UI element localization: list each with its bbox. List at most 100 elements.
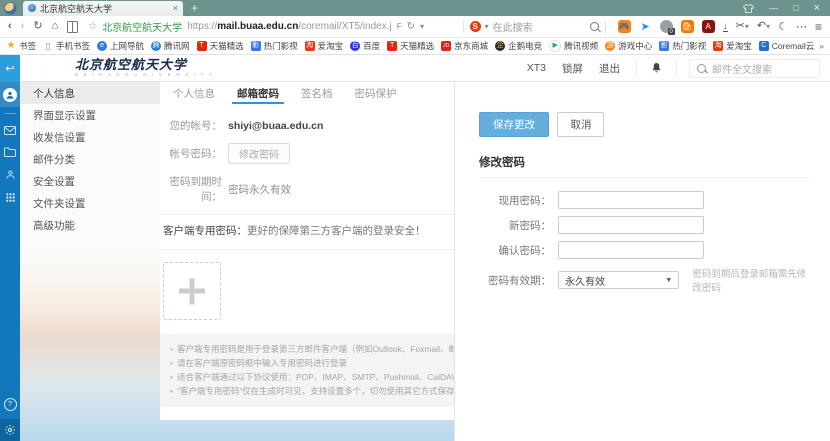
flag-icon[interactable]: F [397, 22, 402, 31]
bookmark-item[interactable]: 影热门影视 [659, 40, 706, 52]
main-menu-icon[interactable]: ≡ [815, 21, 822, 33]
university-logo: 北京航空航天大学 B E I H A N G U N I V E R S I T… [75, 59, 214, 78]
screenshot-scissors-icon[interactable]: ✂▾ [736, 20, 749, 33]
mail-search-icon [697, 63, 706, 73]
bookmark-star-icon[interactable]: ☆ [88, 21, 97, 32]
more-tools-icon[interactable]: ⋯ [796, 21, 807, 33]
bookmark-item[interactable]: JD 京东商城 [441, 40, 488, 52]
theme-skin-icon[interactable] [743, 3, 755, 13]
add-client-password-button[interactable] [163, 262, 221, 320]
settings-tabs: 个人信息 邮箱密码 签名档 密码保护 [160, 82, 454, 104]
forward-icon[interactable]: › [21, 21, 25, 32]
contacts-icon[interactable] [5, 169, 16, 180]
bookmarks-bar: ★ 书签 ▯ 手机书签 e 上网导航 腾腾讯网 T 天猫精选 影热门影视 淘爱淘宝 百百… [0, 38, 830, 55]
address-bar[interactable]: ☆ 北京航空航天大学 https://mail.buaa.edu.cn/core… [88, 19, 456, 34]
bookmark-icon: T [387, 41, 398, 51]
back-icon[interactable]: ‹ [8, 21, 12, 32]
sidebar-item-advanced[interactable]: 高级功能 [20, 214, 160, 236]
bookmark-icon: 企 [495, 41, 506, 51]
header-link-xt3[interactable]: XT3 [527, 62, 546, 74]
tab-mailbox-password[interactable]: 邮箱密码 [232, 82, 284, 104]
sidebar-item-security[interactable]: 安全设置 [20, 170, 160, 192]
bookmark-item[interactable]: 腾腾讯网 [151, 40, 190, 52]
bookmark-item[interactable]: 淘爱淘宝 [304, 40, 343, 52]
pdf-extension-icon[interactable]: A [701, 20, 715, 33]
client-password-notes: 客户端专用密码是用于登录第三方邮件客户端（例如Outlook、Foxmail、邮… [160, 334, 454, 407]
current-password-row: 现用密码： [479, 191, 810, 209]
validity-row: 密码有效期： 永久有效 ▼ 密码到期后登录邮箱需先修改密码 [479, 266, 810, 294]
save-changes-button[interactable]: 保存更改 [479, 112, 549, 137]
validity-select[interactable]: 永久有效 ▼ [558, 271, 680, 289]
sidebar-item-display-settings[interactable]: 界面显示设置 [20, 104, 160, 126]
close-button[interactable]: × [814, 3, 820, 14]
mail-search-input[interactable]: 邮件全文搜索 [689, 58, 820, 78]
bookmark-item[interactable]: 淘爱淘宝 [713, 40, 752, 52]
bookmark-item[interactable]: ▯ 手机书签 [43, 40, 91, 52]
new-tab-button[interactable]: + [191, 2, 198, 14]
bookmark-item[interactable]: ▶ 腾讯视频 [549, 40, 598, 52]
bookmark-item[interactable]: 影热门影视 [250, 40, 298, 52]
night-mode-moon-icon[interactable]: ☾ [778, 21, 788, 33]
undo-closed-tab-icon[interactable]: ↶▾ [757, 20, 770, 33]
tab-signature[interactable]: 签名档 [301, 82, 333, 104]
search-engine-caret-icon[interactable]: ▾ [485, 22, 489, 31]
bookmark-item[interactable]: 百百度 [350, 40, 380, 52]
validity-value: 永久有效 [565, 276, 605, 288]
back-to-mail-button[interactable]: ↩ [0, 55, 20, 82]
cancel-button[interactable]: 取消 [557, 112, 605, 137]
bookmark-item[interactable]: T 天猫精选 [196, 40, 244, 52]
browser-titlebar: 北京航空航天大学 × + — □ × [0, 0, 830, 16]
confirm-password-input[interactable] [558, 241, 704, 259]
bookmark-item[interactable]: e 上网导航 [97, 40, 144, 52]
new-password-input[interactable] [558, 216, 704, 234]
change-password-button[interactable]: 修改密码 [228, 143, 290, 164]
expire-label: 密码到期时间： [169, 176, 223, 203]
current-password-input[interactable] [558, 191, 704, 209]
header-link-logout[interactable]: 退出 [599, 61, 620, 76]
tab-personal-info[interactable]: 个人信息 [173, 82, 215, 104]
sidebar-item-send-receive[interactable]: 收发信设置 [20, 126, 160, 148]
maximize-button[interactable]: □ [793, 3, 798, 13]
browser-tab[interactable]: 北京航空航天大学 × [23, 0, 183, 16]
bookmarks-overflow-icon[interactable]: » [815, 38, 830, 54]
notification-bell-icon[interactable] [636, 60, 677, 76]
proxy-extension-icon[interactable]: 0 [659, 20, 675, 35]
address-refresh-icon[interactable]: ↻ [407, 21, 415, 32]
sidebar-item-mail-classify[interactable]: 邮件分类 [20, 148, 160, 170]
sidebar-item-personal-info[interactable]: 个人信息 [20, 82, 160, 104]
download-icon[interactable]: ↓ [722, 21, 728, 32]
game-center-extension-icon[interactable]: 🎮 [617, 20, 631, 33]
search-engine-icon[interactable]: S [469, 21, 481, 32]
reading-list-icon[interactable] [67, 20, 79, 33]
divider [604, 20, 606, 33]
page-url[interactable]: https://mail.buaa.edu.cn/coremail/XT5/in… [187, 21, 392, 32]
bookmark-item[interactable]: 游游戏中心 [605, 40, 652, 52]
quick-search-box[interactable]: S ▾ 在此搜索 [469, 19, 590, 34]
site-favicon-icon [28, 4, 36, 12]
tab-password-protect[interactable]: 密码保护 [355, 82, 397, 104]
address-caret-icon[interactable]: ▾ [420, 22, 424, 31]
bookmark-item[interactable]: 企企鹅电竞 [495, 40, 542, 52]
mail-icon[interactable] [4, 126, 16, 135]
settings-gear-item[interactable] [0, 419, 20, 441]
bookmark-item[interactable]: ★ 书签 [6, 40, 37, 52]
folder-icon[interactable] [4, 147, 16, 157]
rail-profile-item[interactable] [0, 82, 20, 107]
password-row: 帐号密码： 修改密码 [160, 143, 454, 164]
help-icon[interactable]: ? [3, 398, 17, 411]
quick-search-placeholder: 在此搜索 [492, 23, 533, 34]
minimize-button[interactable]: — [769, 3, 778, 13]
header-link-lockscreen[interactable]: 锁屏 [562, 61, 583, 76]
search-icon[interactable] [589, 22, 599, 31]
tab-close-icon[interactable]: × [173, 3, 178, 13]
shopping-extension-icon[interactable]: 🛍 [680, 20, 694, 33]
note-line: 请在客户端原密码框中输入专用密码进行登录 [170, 356, 454, 370]
bookmark-item[interactable]: T 天猫精选 [387, 40, 434, 52]
send-page-extension-icon[interactable]: ➤ [638, 20, 652, 33]
apps-grid-icon[interactable] [5, 192, 16, 203]
browser-profile-avatar-icon[interactable] [4, 1, 17, 15]
refresh-icon[interactable]: ↻ [33, 21, 42, 32]
sidebar-item-folder-settings[interactable]: 文件夹设置 [20, 192, 160, 214]
home-icon[interactable]: ⌂ [52, 21, 59, 32]
browser-toolbar: ‹ › ↻ ⌂ ☆ 北京航空航天大学 https://mail.buaa.edu… [0, 16, 830, 38]
